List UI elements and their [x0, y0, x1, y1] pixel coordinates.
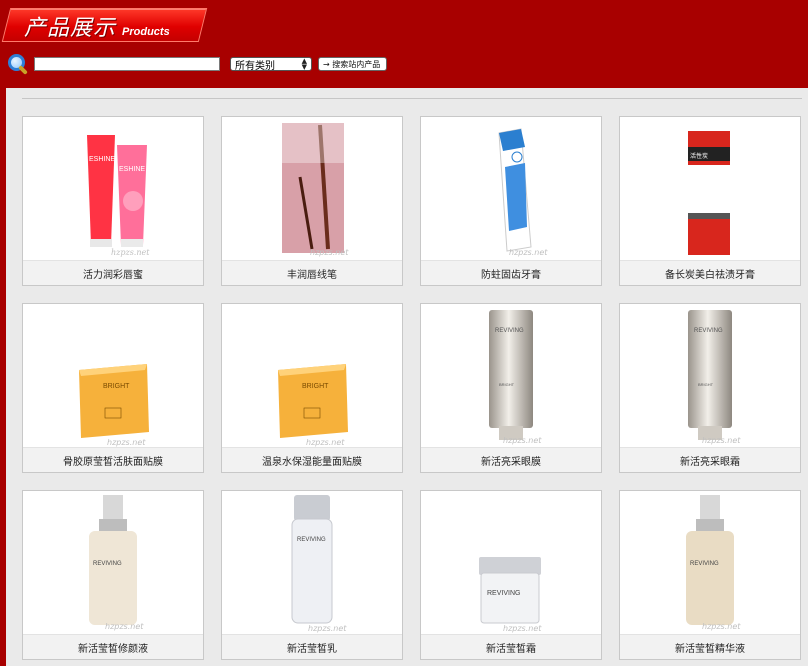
- search-button-label: → 搜索站内产品: [323, 59, 381, 69]
- svg-text:REVIVING: REVIVING: [495, 328, 524, 334]
- product-image-bright-mask: BRIGHT hzpzs.net: [23, 304, 203, 448]
- product-name[interactable]: 新活莹皙霜: [421, 634, 601, 659]
- product-name[interactable]: 温泉水保湿能量面贴膜: [222, 447, 402, 472]
- svg-text:REVIVING: REVIVING: [694, 328, 723, 334]
- product-card[interactable]: 活性炭 备长炭美白祛渍牙膏: [619, 116, 801, 286]
- product-name[interactable]: 新活亮采眼膜: [421, 447, 601, 472]
- product-name[interactable]: 活力润彩唇蜜: [23, 260, 203, 285]
- product-image-reviving-pump: REVIVING hzpzs.net: [620, 491, 800, 635]
- product-card[interactable]: REVIVING BRIGHT hzpzs.net 新活亮采眼膜: [420, 303, 602, 473]
- svg-text:活性炭: 活性炭: [690, 152, 708, 160]
- product-gallery: ESHINE ESHINE hzpzs.net 活力润彩唇蜜 hzpzs.net…: [6, 88, 808, 666]
- product-card[interactable]: REVIVING BRIGHT hzpzs.net 新活亮采眼霜: [619, 303, 801, 473]
- product-image-reviving-tube: REVIVING BRIGHT hzpzs.net: [620, 304, 800, 448]
- svg-text:REVIVING: REVIVING: [297, 537, 326, 543]
- svg-text:REVIVING: REVIVING: [487, 590, 520, 597]
- product-name[interactable]: 新活莹皙修颜液: [23, 634, 203, 659]
- product-image-lip-liner: hzpzs.net: [222, 117, 402, 261]
- watermark: hzpzs.net: [702, 622, 741, 631]
- product-image-reviving-lotion: REVIVING hzpzs.net: [222, 491, 402, 635]
- product-image-toothpaste-red: 活性炭: [620, 117, 800, 261]
- watermark: hzpzs.net: [310, 248, 349, 257]
- watermark: hzpzs.net: [107, 438, 146, 447]
- svg-text:ESHINE: ESHINE: [89, 156, 115, 163]
- magnifier-icon: [6, 52, 30, 76]
- watermark: hzpzs.net: [503, 436, 542, 445]
- product-image-lip-gloss: ESHINE ESHINE hzpzs.net: [23, 117, 203, 261]
- search-site-products-button[interactable]: → 搜索站内产品: [318, 57, 388, 71]
- watermark: hzpzs.net: [105, 622, 144, 631]
- product-card[interactable]: BRIGHT hzpzs.net 骨胶原莹皙活肤面贴膜: [22, 303, 204, 473]
- product-name[interactable]: 丰润唇线笔: [222, 260, 402, 285]
- product-name[interactable]: 新活亮采眼霜: [620, 447, 800, 472]
- svg-text:BRIGHT: BRIGHT: [698, 382, 714, 387]
- svg-text:REVIVING: REVIVING: [93, 561, 122, 567]
- product-card[interactable]: hzpzs.net 防蛀固齿牙膏: [420, 116, 602, 286]
- svg-text:BRIGHT: BRIGHT: [103, 383, 130, 390]
- product-image-reviving-jar: REVIVING hzpzs.net: [421, 491, 601, 635]
- svg-text:ESHINE: ESHINE: [119, 166, 145, 173]
- product-card[interactable]: REVIVING hzpzs.net 新活莹皙修颜液: [22, 490, 204, 660]
- svg-text:REVIVING: REVIVING: [690, 561, 719, 567]
- product-name[interactable]: 新活莹皙乳: [222, 634, 402, 659]
- product-card[interactable]: REVIVING hzpzs.net 新活莹皙乳: [221, 490, 403, 660]
- product-card[interactable]: ESHINE ESHINE hzpzs.net 活力润彩唇蜜: [22, 116, 204, 286]
- search-input[interactable]: [34, 57, 220, 71]
- product-image-reviving-tube: REVIVING BRIGHT hzpzs.net: [421, 304, 601, 448]
- page-title: 产品展示 Products: [24, 10, 170, 41]
- page-title-cn: 产品展示: [24, 16, 117, 41]
- category-select-value: 所有类别: [235, 60, 275, 72]
- category-select[interactable]: 所有类别 ▲ ▼: [230, 57, 312, 72]
- svg-text:BRIGHT: BRIGHT: [302, 383, 329, 390]
- select-arrows-icon: ▲ ▼: [301, 57, 307, 71]
- watermark: hzpzs.net: [503, 624, 542, 633]
- page-title-en: Products: [122, 26, 170, 38]
- product-name[interactable]: 备长炭美白祛渍牙膏: [620, 260, 800, 285]
- watermark: hzpzs.net: [702, 436, 741, 445]
- divider: [22, 98, 802, 99]
- product-card[interactable]: REVIVING hzpzs.net 新活莹皙霜: [420, 490, 602, 660]
- svg-text:BRIGHT: BRIGHT: [499, 382, 515, 387]
- product-name[interactable]: 新活莹皙精华液: [620, 634, 800, 659]
- product-image-toothpaste-blue: hzpzs.net: [421, 117, 601, 261]
- product-name[interactable]: 防蛀固齿牙膏: [421, 260, 601, 285]
- product-image-reviving-pump: REVIVING hzpzs.net: [23, 491, 203, 635]
- watermark: hzpzs.net: [509, 248, 548, 257]
- product-card[interactable]: hzpzs.net 丰润唇线笔: [221, 116, 403, 286]
- product-image-bright-mask: BRIGHT hzpzs.net: [222, 304, 402, 448]
- product-card[interactable]: REVIVING hzpzs.net 新活莹皙精华液: [619, 490, 801, 660]
- watermark: hzpzs.net: [306, 438, 345, 447]
- watermark: hzpzs.net: [111, 248, 150, 257]
- product-name[interactable]: 骨胶原莹皙活肤面贴膜: [23, 447, 203, 472]
- product-card[interactable]: BRIGHT hzpzs.net 温泉水保湿能量面贴膜: [221, 303, 403, 473]
- watermark: hzpzs.net: [308, 624, 347, 633]
- search-bar: 所有类别 ▲ ▼ → 搜索站内产品: [6, 52, 388, 76]
